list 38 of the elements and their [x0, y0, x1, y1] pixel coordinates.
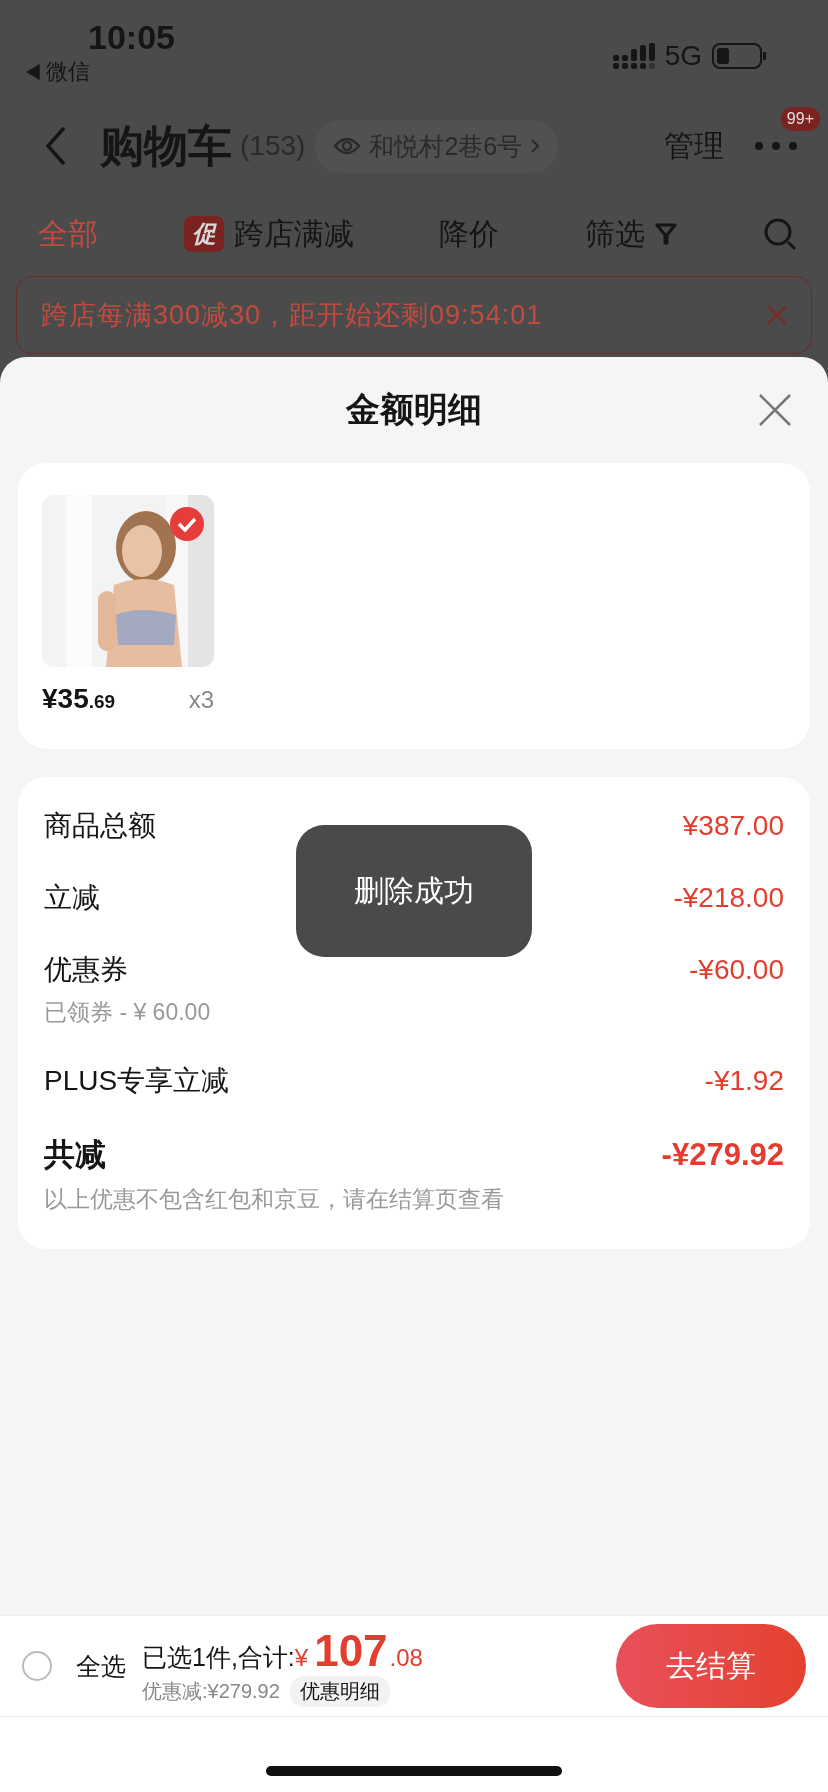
banner-text: 跨店每满300减30，距开始还剩09:54:01 [41, 299, 543, 332]
summary-value: -¥60.00 [689, 954, 784, 986]
item-price: ¥35.69 [42, 683, 116, 715]
funnel-icon[interactable] [654, 222, 677, 246]
discount-detail-button[interactable]: 优惠明细 [289, 1675, 390, 1707]
summary-value: -¥1.92 [704, 1065, 784, 1097]
selected-summary: 已选1件,合计: [142, 1641, 295, 1673]
select-all-radio[interactable] [22, 1651, 52, 1681]
summary-note: 以上优惠不包含红包和京豆，请在结算页查看 [44, 1185, 505, 1214]
promo-tag: 促 [183, 216, 224, 252]
summary-value: ¥387.00 [682, 810, 784, 842]
summary-value: -¥218.00 [673, 882, 784, 914]
toast-message: 删除成功 [296, 825, 532, 957]
check-badge-icon[interactable] [170, 507, 204, 541]
total-price: ¥107.08 [294, 1625, 423, 1676]
summary-label: 优惠券 [44, 953, 128, 987]
search-icon[interactable] [762, 216, 798, 252]
summary-label: 商品总额 [44, 809, 156, 843]
notification-badge: 99+ [780, 107, 820, 131]
summary-label: 共减 [44, 1136, 106, 1174]
chevron-icon [530, 138, 541, 154]
eye-icon [333, 136, 362, 156]
close-icon[interactable] [758, 393, 792, 427]
discount-text: 优惠减:¥279.92 [142, 1678, 280, 1704]
sheet-title: 金额明细 [346, 389, 482, 430]
item-quantity: x3 [188, 686, 214, 714]
checkout-button[interactable]: 去结算 [616, 1624, 806, 1708]
back-icon[interactable] [44, 125, 68, 167]
summary-label: 立减 [44, 881, 100, 915]
signal-icon [612, 43, 655, 69]
back-triangle-icon[interactable] [26, 64, 40, 80]
battery-icon [712, 43, 768, 69]
more-icon[interactable] [754, 141, 798, 151]
filter-tab[interactable]: 全部 [38, 213, 98, 255]
summary-label: PLUS专享立减 [44, 1064, 230, 1098]
select-all-label[interactable]: 全选 [76, 1649, 126, 1683]
summary-value: -¥279.92 [661, 1137, 784, 1173]
summary-note: 已领券 - ¥ 60.00 [44, 998, 212, 1027]
